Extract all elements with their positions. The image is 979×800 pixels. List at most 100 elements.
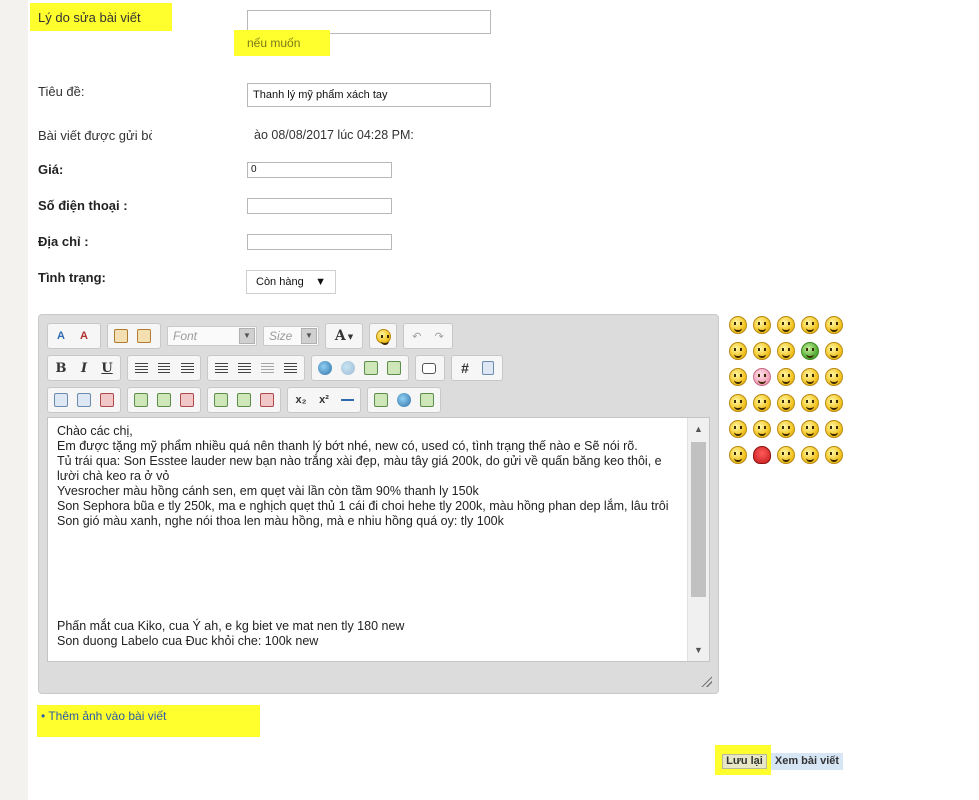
unlink-icon[interactable] <box>338 358 358 378</box>
image-icon[interactable] <box>361 358 381 378</box>
font-style-icon[interactable]: A <box>74 326 94 346</box>
tongue-icon[interactable] <box>729 342 747 360</box>
align-right-icon[interactable] <box>177 358 197 378</box>
php-icon[interactable] <box>478 358 498 378</box>
italic-button[interactable]: I <box>74 358 94 378</box>
paste-icon[interactable] <box>111 326 131 346</box>
font-dropdown-wrap: Font ▼ <box>167 323 257 349</box>
teeth-icon[interactable] <box>801 446 819 464</box>
angry-icon[interactable] <box>825 420 843 438</box>
editor-line: Chào các chị, <box>57 424 133 438</box>
laugh-icon[interactable] <box>825 316 843 334</box>
cool-icon[interactable] <box>753 316 771 334</box>
font-color-icon[interactable]: A ▼ <box>329 326 359 346</box>
ordered-list-icon[interactable] <box>211 358 231 378</box>
col-props-icon[interactable] <box>234 390 254 410</box>
eek-icon[interactable] <box>801 368 819 386</box>
indent-icon[interactable] <box>280 358 300 378</box>
table-delete-icon[interactable] <box>97 390 117 410</box>
mad-icon[interactable] <box>753 394 771 412</box>
unordered-list-icon[interactable] <box>234 358 254 378</box>
editor-line: Yvesrocher màu hồng cánh sen, em quẹt và… <box>57 484 479 498</box>
toolbar-group-text-style: B I U <box>47 355 121 381</box>
sick-icon[interactable] <box>801 342 819 360</box>
horizontal-rule-icon[interactable] <box>337 390 357 410</box>
kiss-icon[interactable] <box>777 420 795 438</box>
scroll-thumb[interactable] <box>691 442 706 597</box>
cry-icon[interactable] <box>801 420 819 438</box>
align-left-icon[interactable] <box>131 358 151 378</box>
font-dropdown[interactable]: Font ▼ <box>167 326 257 346</box>
editor-scrollbar[interactable]: ▲ ▼ <box>687 418 709 661</box>
editor-line: Phấn mắt cua Kiko, cua Ý ah, e kg biet v… <box>57 619 405 633</box>
link-icon[interactable] <box>315 358 335 378</box>
rich-text-editor: A A Font ▼ Size ▼ A ▼ ↶ ↷ B I U # x₂ x² … <box>38 314 719 694</box>
worried-icon[interactable] <box>729 368 747 386</box>
thinking-icon[interactable] <box>777 368 795 386</box>
editor-line: Em được tặng mỹ phẩm nhiều quá nên thanh… <box>57 439 638 453</box>
sad-icon[interactable] <box>729 394 747 412</box>
phone-input[interactable] <box>247 198 392 214</box>
table-props-icon[interactable] <box>74 390 94 410</box>
superscript-button[interactable]: x² <box>314 390 334 410</box>
picture-icon[interactable] <box>417 390 437 410</box>
editor-line: Son gió màu xanh, nghe nói thoa len màu … <box>57 514 504 528</box>
col-delete-icon[interactable] <box>257 390 277 410</box>
outdent-icon[interactable] <box>257 358 277 378</box>
biggrin-icon[interactable] <box>825 368 843 386</box>
bold-button[interactable]: B <box>51 358 71 378</box>
subscript-button[interactable]: x₂ <box>291 390 311 410</box>
smirk-icon[interactable] <box>825 446 843 464</box>
size-dropdown[interactable]: Size ▼ <box>263 326 319 346</box>
price-input[interactable]: 0 <box>247 162 392 178</box>
col-insert-icon[interactable] <box>211 390 231 410</box>
happy-icon[interactable] <box>777 446 795 464</box>
hash-icon[interactable]: # <box>455 358 475 378</box>
remove-format-icon[interactable]: A <box>51 326 71 346</box>
rose-icon[interactable] <box>753 446 771 464</box>
save-button[interactable]: Lưu lại <box>721 753 768 770</box>
table-icon[interactable] <box>51 390 71 410</box>
smilie-icon[interactable] <box>373 326 393 346</box>
shock-icon[interactable] <box>753 420 771 438</box>
quote-icon[interactable] <box>419 358 439 378</box>
confused-icon[interactable] <box>801 316 819 334</box>
add-image-link[interactable]: • Thêm ảnh vào bài viết <box>41 709 166 723</box>
wink-icon[interactable] <box>777 342 795 360</box>
gallery-icon[interactable] <box>371 390 391 410</box>
frown-icon[interactable] <box>729 420 747 438</box>
align-center-icon[interactable] <box>154 358 174 378</box>
nerd-icon[interactable] <box>729 446 747 464</box>
toolbar-group-rows <box>127 387 201 413</box>
pig-icon[interactable] <box>753 368 771 386</box>
smile-icon[interactable] <box>729 316 747 334</box>
hmm-icon[interactable] <box>801 394 819 412</box>
price-label: Giá: <box>38 162 64 177</box>
underline-button[interactable]: U <box>97 358 117 378</box>
toolbar-group-script: x₂ x² <box>287 387 361 413</box>
surprised-icon[interactable] <box>825 394 843 412</box>
grin-icon[interactable] <box>777 316 795 334</box>
scroll-down-icon[interactable]: ▼ <box>688 641 709 659</box>
toolbar-group-lists <box>207 355 305 381</box>
sunglasses-icon[interactable] <box>753 342 771 360</box>
status-select[interactable]: Còn hàng ▼ <box>246 270 336 294</box>
blush-icon[interactable] <box>825 342 843 360</box>
redo-icon[interactable]: ↷ <box>430 326 450 346</box>
title-input[interactable]: Thanh lý mỹ phẩm xách tay <box>247 83 491 107</box>
paste-text-icon[interactable] <box>134 326 154 346</box>
media-icon[interactable] <box>394 390 414 410</box>
editor-content[interactable]: Chào các chị, Em được tặng mỹ phẩm nhiều… <box>47 417 710 662</box>
undo-icon[interactable]: ↶ <box>407 326 427 346</box>
row-insert-icon[interactable] <box>131 390 151 410</box>
row-delete-icon[interactable] <box>177 390 197 410</box>
rolleyes-icon[interactable] <box>777 394 795 412</box>
resize-grip-icon[interactable] <box>700 675 712 687</box>
scroll-up-icon[interactable]: ▲ <box>688 420 709 438</box>
video-icon[interactable] <box>384 358 404 378</box>
toolbar-group-code: # <box>451 355 503 381</box>
preview-button[interactable]: Xem bài viết <box>771 753 843 770</box>
address-input[interactable] <box>247 234 392 250</box>
chevron-down-icon: ▼ <box>239 328 255 344</box>
row-props-icon[interactable] <box>154 390 174 410</box>
